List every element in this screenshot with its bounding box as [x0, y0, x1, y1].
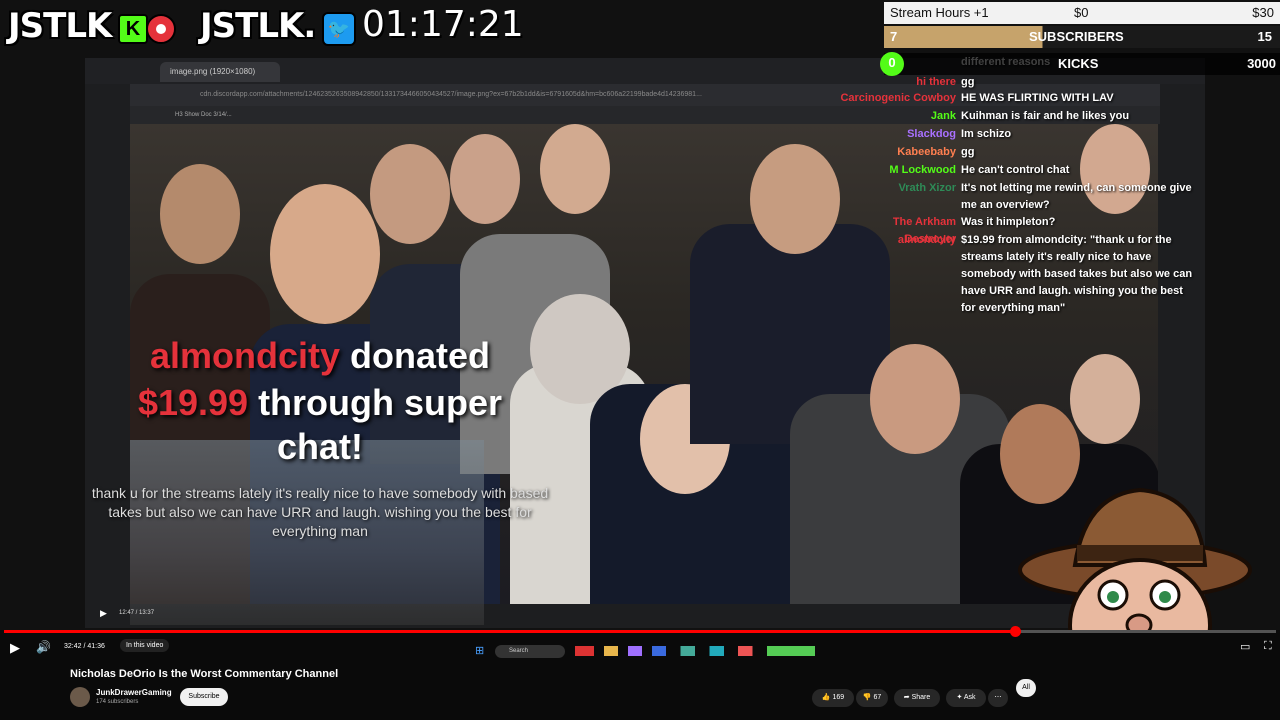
donation-verb: donated: [350, 335, 491, 376]
taskbar-search: Search: [495, 645, 565, 658]
progress-fill: [4, 630, 1016, 633]
stream-hours-label: Stream Hours +1: [890, 5, 989, 20]
channel-logo-secondary-text: JSTLK: [200, 6, 304, 46]
chat-text: He can't control chat: [961, 164, 1070, 176]
kick-logo-icon: K: [118, 14, 148, 44]
chat-username: Kabeebaby: [897, 146, 956, 158]
windows-taskbar: ⊞ Search: [470, 644, 830, 660]
chat-username: M Lockwood: [889, 164, 956, 176]
subscribers-count: 7: [890, 29, 898, 44]
record-icon: [146, 14, 176, 44]
play-icon[interactable]: ▶: [10, 640, 20, 656]
donation-header: almondcity donated: [90, 335, 550, 377]
filter-all-chip[interactable]: All: [1016, 679, 1036, 697]
like-button[interactable]: 👍 169: [812, 689, 854, 707]
chat-username: hi there: [916, 76, 956, 88]
chat-text: HE WAS FLIRTING WITH LAV: [961, 92, 1114, 104]
subscribers-goal: 7 SUBSCRIBERS 15: [884, 26, 1280, 48]
stream-hours-goal: Stream Hours +1 $0 $30: [884, 2, 1280, 24]
stream-goals-panel: Stream Hours +1 $0 $30 7 SUBSCRIBERS 15 …: [880, 2, 1280, 76]
dislike-button[interactable]: 👎 67: [856, 689, 888, 707]
chat-text: Was it himpleton?: [961, 216, 1056, 228]
donation-amount: $19.99: [137, 382, 249, 423]
chat-username: Carcinogenic Cowboy: [840, 92, 956, 104]
more-actions-icon[interactable]: ⋯: [988, 689, 1008, 707]
stream-hours-amount: $0: [1074, 5, 1089, 20]
inner-play-icon: ▶: [100, 608, 107, 618]
donation-amount-line: $19.99 through super: [90, 377, 550, 429]
inner-player-time: 12:47 / 13:37: [119, 610, 155, 616]
dislike-count: 67: [873, 694, 882, 701]
fullscreen-icon[interactable]: ⛶: [1264, 640, 1272, 653]
theater-icon[interactable]: ▭: [1240, 640, 1250, 653]
like-count: 169: [832, 694, 845, 701]
chat-text: gg: [961, 76, 975, 88]
subscriber-count: 174 subscribers: [96, 699, 139, 705]
kicks-count: 0: [880, 52, 904, 76]
inner-browser-tab: image.png (1920×1080): [160, 62, 280, 82]
share-label: Share: [911, 694, 931, 701]
chat-username: Vrath Xizor: [898, 182, 956, 194]
twitter-icon: 🐦: [322, 12, 356, 46]
chat-username: Jank: [930, 110, 956, 122]
donation-rest: through super: [258, 382, 503, 423]
sparkle-icon: ✦: [956, 694, 964, 701]
subscribers-target: 15: [1257, 29, 1272, 44]
chat-text: $19.99 from almondcity: "thank u for the…: [961, 234, 1193, 314]
donation-message: thank u for the streams lately it's real…: [91, 485, 549, 539]
stream-timer: 01:17:21: [362, 4, 524, 45]
thumbs-down-icon: 👎: [862, 694, 874, 701]
player-time: 32:42 / 41:36: [64, 643, 105, 650]
donation-rest2: chat!: [276, 426, 363, 467]
thumbs-up-icon: 👍: [821, 694, 833, 701]
share-icon: ➦: [903, 694, 912, 701]
chat-text: gg: [961, 146, 975, 158]
in-this-video-button[interactable]: In this video: [120, 639, 170, 652]
ask-label: Ask: [963, 694, 976, 701]
channel-logo-secondary: JSTLK.: [200, 6, 316, 46]
channel-logo-primary: JSTLK: [8, 6, 112, 46]
subscribers-label: SUBSCRIBERS: [1029, 29, 1124, 44]
channel-avatar[interactable]: [70, 687, 90, 707]
taskbar-apps: [575, 646, 815, 656]
chat-username: Slackdog: [907, 128, 956, 140]
chat-text: Kuihman is fair and he likes you: [961, 110, 1130, 122]
volume-icon[interactable]: 🔊: [36, 640, 51, 654]
kicks-label: KICKS: [1058, 56, 1099, 71]
stream-hours-target: $30: [1252, 5, 1274, 20]
kicks-goal: 0 KICKS 3000: [880, 52, 1280, 76]
video-player[interactable]: image.png (1920×1080) cdn.discordapp.com…: [0, 0, 1280, 630]
kicks-target: 3000: [1247, 56, 1276, 71]
subscribe-button[interactable]: Subscribe: [180, 688, 228, 706]
video-title: Nicholas DeOrio Is the Worst Commentary …: [70, 668, 339, 680]
mascot-avatar-icon: [1018, 487, 1252, 630]
windows-start-icon: ⊞: [475, 645, 485, 657]
share-button[interactable]: ➦ Share: [894, 689, 940, 707]
chat-username: almondcity: [897, 234, 956, 246]
donor-name: almondcity: [149, 335, 341, 376]
channel-name[interactable]: JunkDrawerGaming: [96, 688, 172, 697]
chat-text: Im schizo: [961, 128, 1012, 140]
ask-button[interactable]: ✦ Ask: [946, 689, 986, 707]
chat-text: It's not letting me rewind, can someone …: [961, 182, 1192, 211]
donation-alert: almondcity donated $19.99 through super …: [90, 335, 550, 465]
